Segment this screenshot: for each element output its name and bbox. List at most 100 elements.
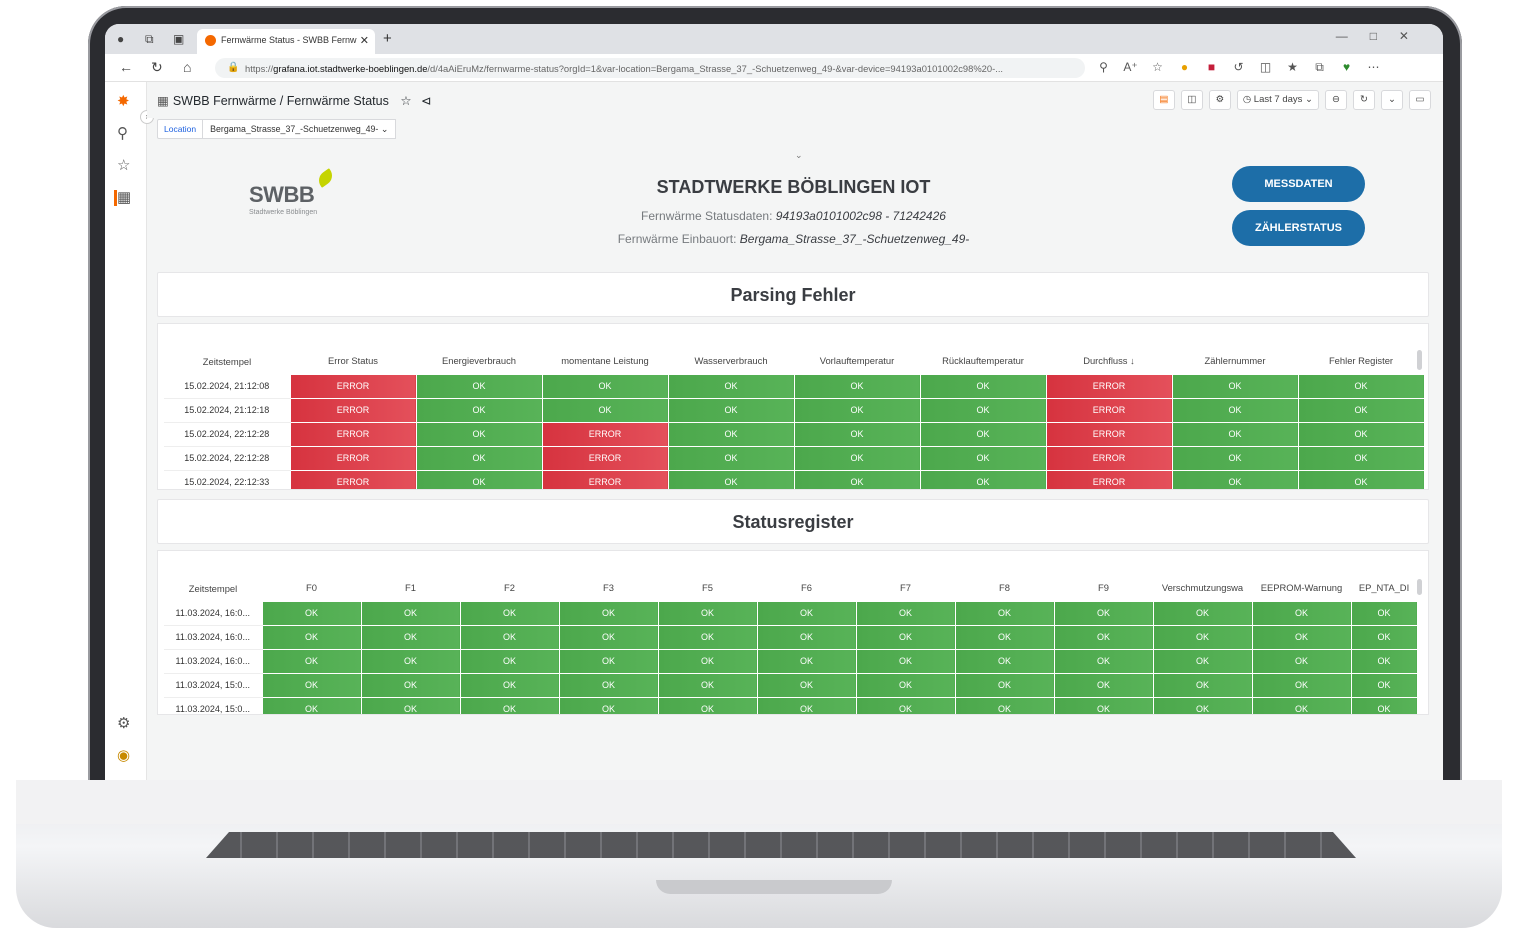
split-screen-icon[interactable]: ◫ <box>1252 60 1279 74</box>
tv-mode-icon[interactable]: ▭ <box>1409 90 1431 110</box>
add-panel-icon[interactable]: ▤ <box>1152 90 1175 110</box>
chevron-down-icon: ⌄ <box>380 124 389 134</box>
column-header[interactable]: Error Status <box>290 348 416 374</box>
status-cell: ERROR <box>1045 445 1173 471</box>
star-icon[interactable]: ☆ <box>117 156 130 174</box>
location-variable-select[interactable]: Bergama_Strasse_37_-Schuetzenweg_49- ⌄ <box>203 119 397 139</box>
extension-icon[interactable]: ↺ <box>1225 60 1252 74</box>
column-header[interactable]: Zeitstempel <box>164 348 290 374</box>
status-cell: OK <box>1152 696 1253 714</box>
column-header[interactable]: momentane Leistung <box>542 348 668 374</box>
close-tab-icon[interactable]: ✕ <box>360 34 369 47</box>
status-cell: OK <box>657 672 758 698</box>
status-cell: OK <box>1350 696 1418 714</box>
zoom-out-icon[interactable]: ⊖ <box>1325 90 1347 110</box>
status-cell: OK <box>415 373 543 399</box>
search-icon[interactable]: ⚲ <box>117 124 128 142</box>
save-icon[interactable]: ◫ <box>1180 90 1203 110</box>
window-controls[interactable]: —□✕ <box>1336 29 1431 43</box>
home-icon[interactable]: ⌂ <box>183 59 191 75</box>
time-range-picker[interactable]: ◷ Last 7 days ⌄ <box>1236 90 1319 110</box>
user-avatar-icon[interactable]: ◉ <box>117 746 130 764</box>
status-cell: OK <box>855 624 956 650</box>
tab-actions-icon[interactable]: ▣ <box>173 32 184 46</box>
scrollbar[interactable] <box>1417 579 1422 595</box>
column-header[interactable]: F2 <box>460 575 559 601</box>
status-cell: ERROR <box>1045 421 1173 447</box>
column-header[interactable]: Zeitstempel <box>164 575 262 601</box>
column-header[interactable]: F3 <box>559 575 658 601</box>
grafana-favicon-icon <box>205 35 216 46</box>
extension-icon[interactable]: ● <box>1171 60 1198 74</box>
dashboard-toolbar: ▤ ◫ ⚙ ◷ Last 7 days ⌄ ⊖ ↻ ⌄ ▭ <box>1147 90 1431 110</box>
profile-icon[interactable]: ● <box>117 32 124 46</box>
messdaten-button[interactable]: MESSDATEN <box>1232 166 1365 202</box>
new-tab-icon[interactable]: + <box>383 30 392 47</box>
status-cell: ERROR <box>289 397 417 423</box>
column-header[interactable]: F5 <box>658 575 757 601</box>
column-header[interactable]: EP_NTA_DI <box>1351 575 1417 601</box>
read-aloud-icon[interactable]: A⁺ <box>1117 60 1144 74</box>
column-header[interactable]: Fehler Register <box>1298 348 1424 374</box>
extension-icon[interactable]: ♥ <box>1333 60 1360 74</box>
status-cell: OK <box>1171 445 1299 471</box>
status-cell: OK <box>793 445 921 471</box>
statusregister-table-panel: Zeitstempel F0 F1 F2 F3 F5 F6 F7 F8 F9 Verschmutzu… <box>157 550 1429 715</box>
refresh-interval-chevron-icon[interactable]: ⌄ <box>1381 90 1403 110</box>
column-header[interactable]: Verschmutzungswa <box>1153 575 1252 601</box>
back-icon[interactable]: ← <box>119 59 133 75</box>
status-cell: OK <box>793 469 921 489</box>
column-header[interactable]: F6 <box>757 575 856 601</box>
column-header[interactable]: Rücklauftemperatur <box>920 348 1046 374</box>
status-cell: OK <box>756 672 857 698</box>
status-cell: OK <box>1350 600 1418 626</box>
column-header[interactable]: EEPROM-Warnung <box>1252 575 1351 601</box>
status-cell: OK <box>1053 672 1154 698</box>
zaehlerstatus-button[interactable]: ZÄHLERSTATUS <box>1232 210 1365 246</box>
column-header[interactable]: Vorlauftemperatur <box>794 348 920 374</box>
status-cell: OK <box>558 624 659 650</box>
more-menu-icon[interactable]: ⋯ <box>1360 60 1387 74</box>
status-cell: OK <box>1171 421 1299 447</box>
browser-tab-bar: ● ⧉ ▣ Fernwärme Status - SWBB Fernw ✕ + … <box>105 24 1443 54</box>
column-header[interactable]: F9 <box>1054 575 1153 601</box>
status-cell: OK <box>793 397 921 423</box>
status-cell: OK <box>415 421 543 447</box>
favorite-icon[interactable]: ☆ <box>1144 60 1171 74</box>
column-header[interactable]: F8 <box>955 575 1054 601</box>
status-cell: OK <box>1297 445 1425 471</box>
time-range-label: Last 7 days <box>1253 94 1303 105</box>
settings-icon[interactable]: ⚙ <box>117 714 130 732</box>
collections-icon[interactable]: ⧉ <box>1306 60 1333 75</box>
status-cell: OK <box>459 624 560 650</box>
timestamp-cell: 15.02.2024, 21:12:18 <box>164 398 290 423</box>
share-icon[interactable]: ⊲ <box>421 94 431 108</box>
settings-icon[interactable]: ⚙ <box>1208 90 1231 110</box>
star-dashboard-icon[interactable]: ☆ <box>400 94 411 108</box>
column-header[interactable]: Zählernummer <box>1172 348 1298 374</box>
column-header[interactable]: Wasserverbrauch <box>668 348 794 374</box>
url-field[interactable]: 🔒 https://grafana.iot.stadtwerke-boeblin… <box>215 58 1085 78</box>
column-header[interactable]: F7 <box>856 575 955 601</box>
dashboards-icon[interactable]: ▦ <box>117 188 131 206</box>
zoom-icon[interactable]: ⚲ <box>1090 60 1117 74</box>
breadcrumb-folder[interactable]: SWBB Fernwärme <box>173 94 277 108</box>
column-header[interactable]: Durchfluss ↓ <box>1046 348 1172 374</box>
column-header[interactable]: F0 <box>262 575 361 601</box>
reload-icon[interactable]: ↻ <box>151 59 163 76</box>
table-row: 11.03.2024, 15:0... OK OK OK OK OK OK OK OK OK OK O… <box>164 672 1418 698</box>
grafana-logo-icon[interactable]: ✸ <box>117 92 130 110</box>
status-cell: OK <box>1152 672 1253 698</box>
collapse-row-icon[interactable]: ⌄ <box>795 150 803 161</box>
browser-tab-active[interactable]: Fernwärme Status - SWBB Fernw ✕ <box>197 29 375 54</box>
refresh-icon[interactable]: ↻ <box>1353 90 1375 110</box>
scrollbar[interactable] <box>1417 350 1422 370</box>
column-header[interactable]: Energieverbrauch <box>416 348 542 374</box>
favorites-bar-icon[interactable]: ★ <box>1279 60 1306 74</box>
extension-icon[interactable]: ■ <box>1198 60 1225 74</box>
status-cell: OK <box>667 469 795 489</box>
logo-subtitle: Stadtwerke Böblingen <box>249 209 318 216</box>
workspaces-icon[interactable]: ⧉ <box>145 32 154 47</box>
status-cell: OK <box>1297 397 1425 423</box>
column-header[interactable]: F1 <box>361 575 460 601</box>
